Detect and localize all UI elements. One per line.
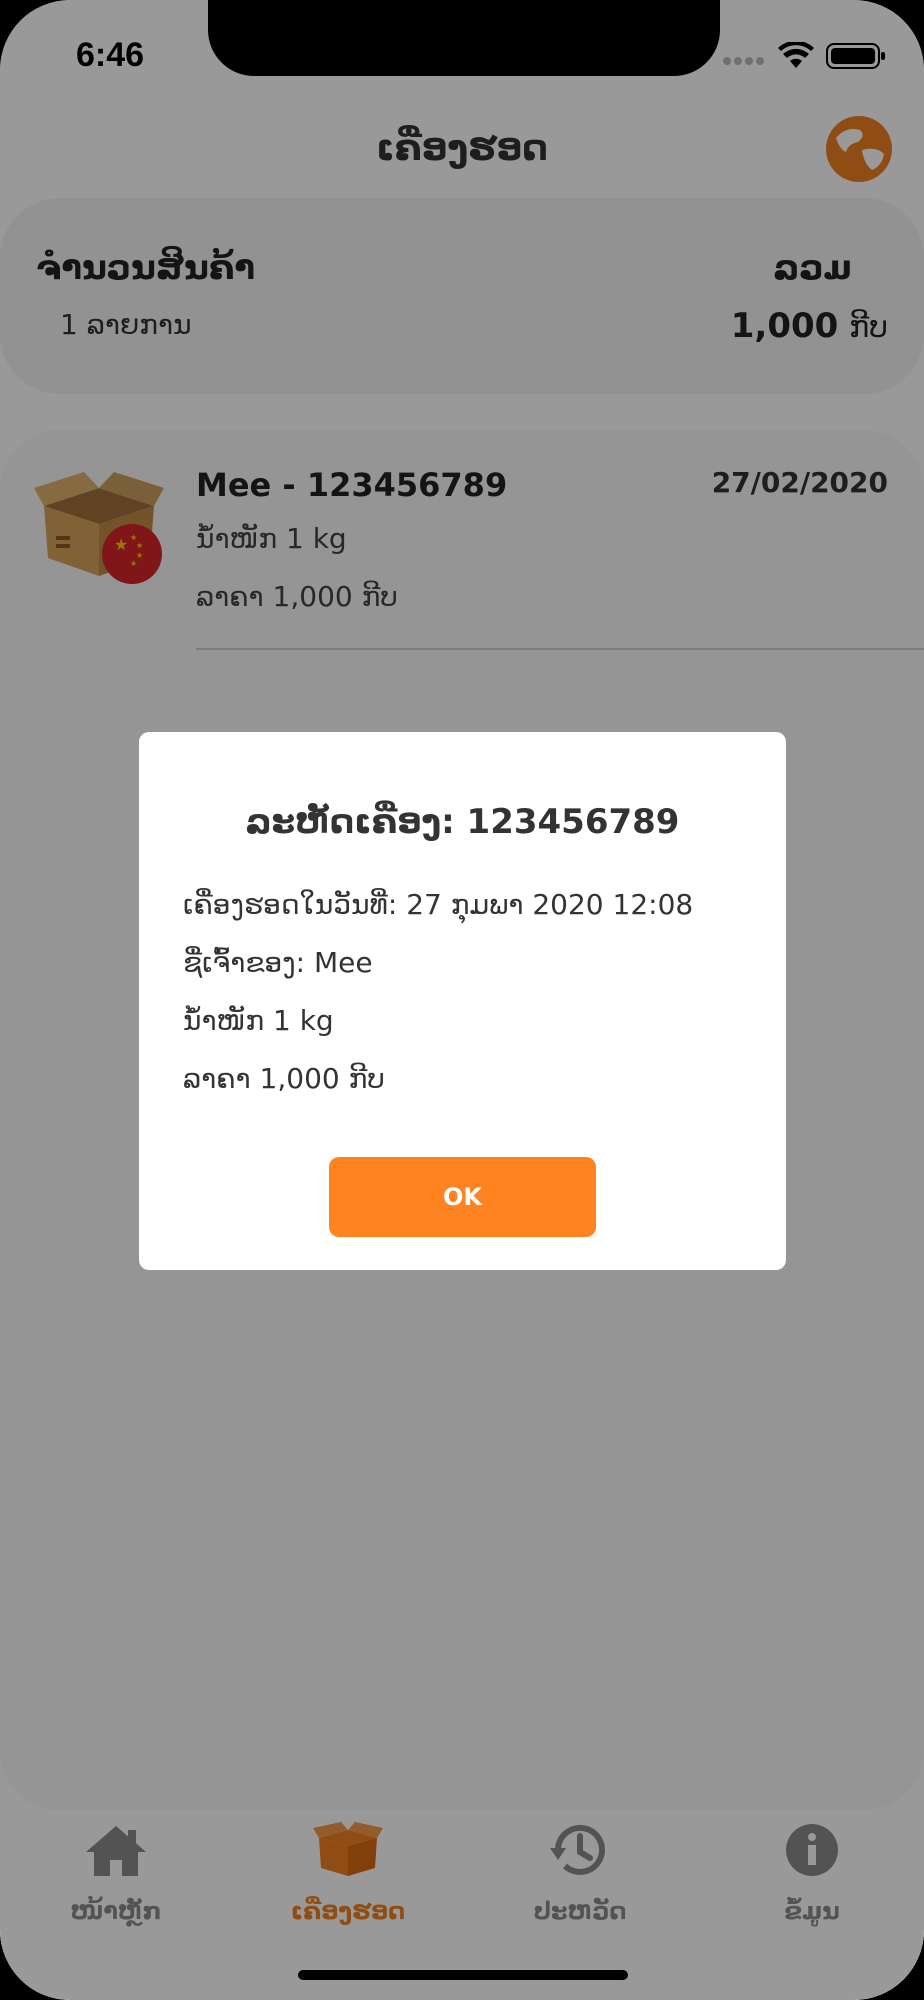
- home-indicator[interactable]: [298, 1970, 628, 1980]
- dialog-weight: ນ້ຳໜັກ 1 kg: [183, 1004, 334, 1037]
- dialog-arrived-date: ເຄື່ອງຮອດໃນວັນທີ່: 27 ກຸມພາ 2020 12:08: [183, 888, 694, 921]
- dialog-owner: ຊື່ເຈົ້າຂອງ: Mee: [183, 946, 373, 979]
- dialog-price: ລາຄາ 1,000 ກີບ: [183, 1062, 385, 1095]
- dialog-title: ລະຫັດເຄື່ອງ: 123456789: [245, 802, 680, 842]
- shipment-detail-dialog: ລະຫັດເຄື່ອງ: 123456789 ເຄື່ອງຮອດໃນວັນທີ່…: [139, 732, 786, 1270]
- ok-button[interactable]: OK: [329, 1157, 596, 1237]
- phone-screen: 6:46 ເຄື່ອງຮອດ ຈຳນວນສິນຄ້າ 1 ລາຍການ ລວມ: [0, 0, 924, 2000]
